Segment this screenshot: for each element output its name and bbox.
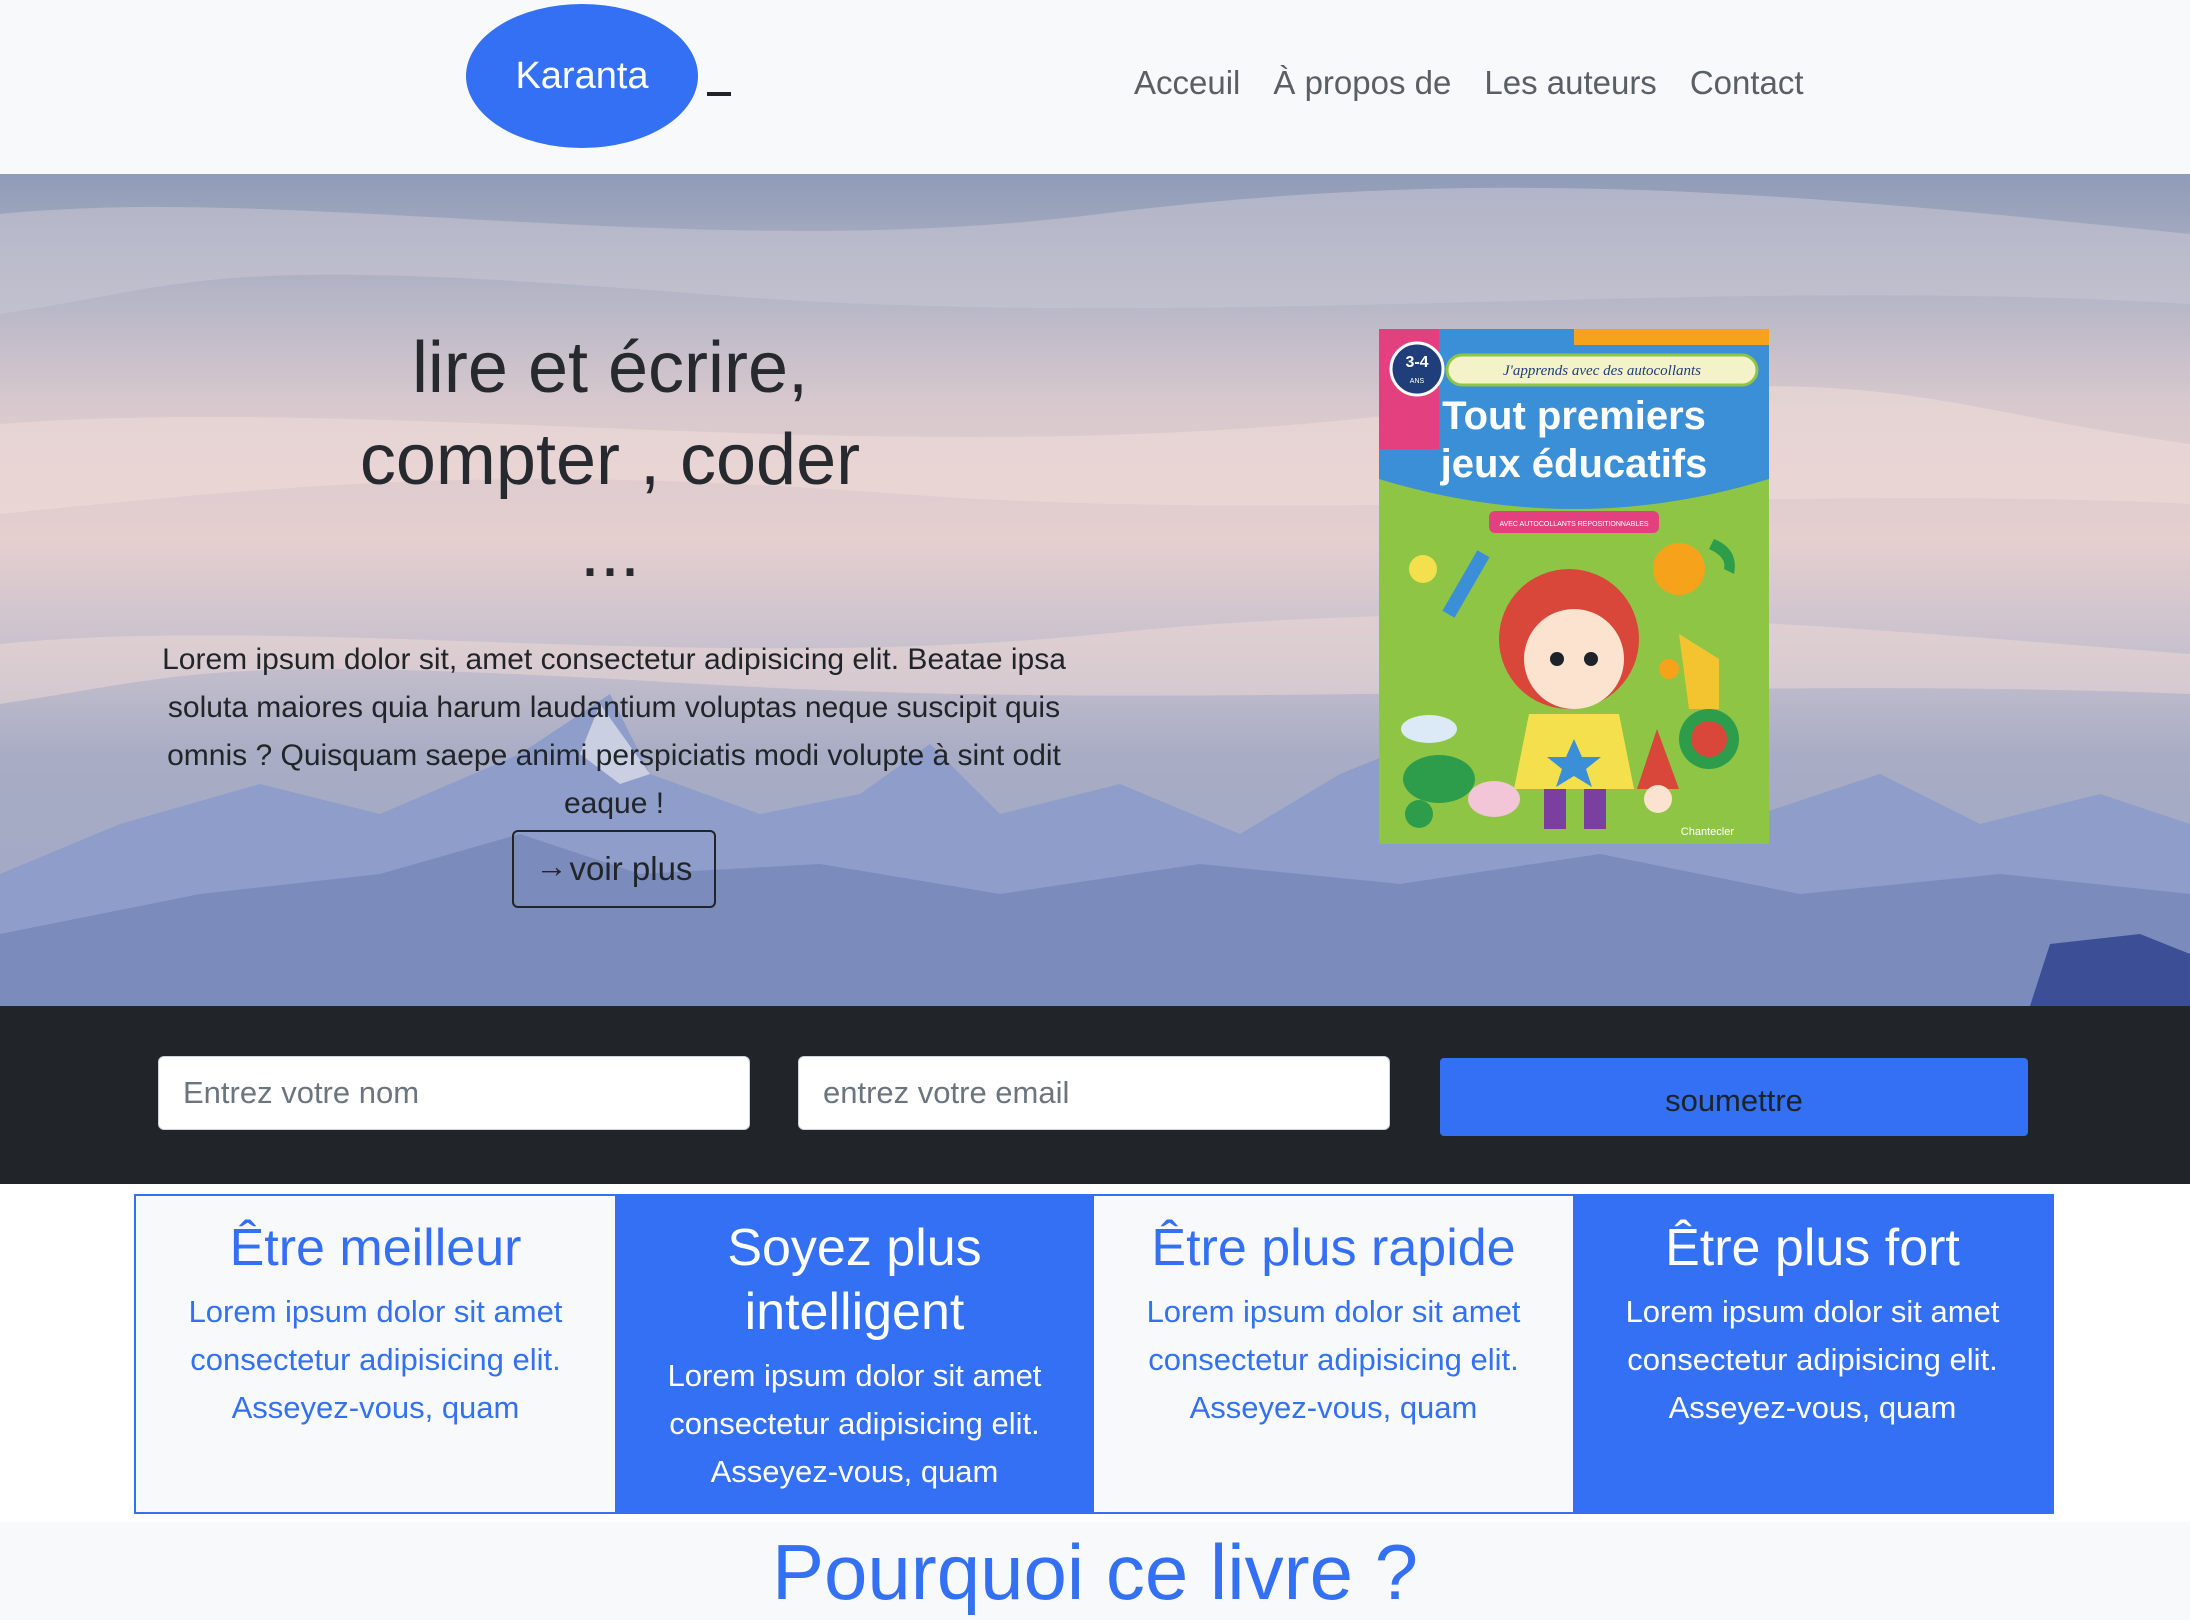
nav-link-contact[interactable]: Contact — [1690, 64, 1804, 102]
email-input[interactable] — [798, 1056, 1390, 1130]
hero-section: lire et écrire, compter , coder ... Lore… — [0, 174, 2190, 1006]
hero-title-line-3: ... — [579, 512, 640, 592]
feature-card-rapide: Être plus rapide Lorem ipsum dolor sit a… — [1094, 1196, 1573, 1512]
feature-card-meilleur: Être meilleur Lorem ipsum dolor sit amet… — [136, 1196, 615, 1512]
arrow-right-icon: → — [535, 848, 568, 884]
submit-button[interactable]: soumettre — [1440, 1058, 2028, 1136]
nav-link-a-propos[interactable]: À propos de — [1273, 64, 1451, 102]
book-cover-image: 3-4 ANS J'apprends avec des autocollants… — [1379, 329, 1769, 844]
book-title-line-1: Tout premiers — [1442, 394, 1706, 438]
feature-title: Être plus rapide — [1151, 1219, 1516, 1277]
features-section: Être meilleur Lorem ipsum dolor sit amet… — [0, 1184, 2190, 1522]
book-tagline: J'apprends avec des autocollants — [1503, 363, 1701, 379]
main-nav: Acceuil À propos de Les auteurs Contact — [1134, 64, 1804, 102]
feature-text: Lorem ipsum dolor sit amet consectetur a… — [667, 1358, 1042, 1489]
hero-title-line-1: lire et écrire, — [411, 328, 809, 408]
feature-text: Lorem ipsum dolor sit amet consectetur a… — [1625, 1294, 2000, 1425]
feature-card-fort: Être plus fort Lorem ipsum dolor sit ame… — [1573, 1196, 2052, 1512]
feature-title: Être meilleur — [229, 1219, 522, 1277]
feature-text: Lorem ipsum dolor sit amet consectetur a… — [188, 1294, 563, 1425]
feature-title: Être plus fort — [1665, 1219, 1960, 1277]
book-age: 3-4 — [1405, 354, 1428, 371]
navbar: Karanta Acceuil À propos de Les auteurs … — [0, 0, 2190, 174]
nav-link-auteurs[interactable]: Les auteurs — [1484, 64, 1656, 102]
menu-bar-icon[interactable] — [707, 92, 731, 96]
book-cover-illustration: 3-4 ANS J'apprends avec des autocollants… — [1379, 329, 1769, 844]
book-subtitle: AVEC AUTOCOLLANTS REPOSITIONNABLES — [1499, 521, 1648, 528]
feature-title: Soyez plus intelligent — [727, 1219, 982, 1341]
feature-text: Lorem ipsum dolor sit amet consectetur a… — [1146, 1294, 1521, 1425]
book-publisher: Chantecler — [1681, 826, 1735, 838]
hero-title: lire et écrire, compter , coder ... — [240, 322, 980, 598]
brand-logo[interactable]: Karanta — [466, 4, 698, 148]
nav-link-accueil[interactable]: Acceuil — [1134, 64, 1240, 102]
hero-description: Lorem ipsum dolor sit, amet consectetur … — [162, 643, 1066, 820]
feature-card-intelligent: Soyez plus intelligent Lorem ipsum dolor… — [615, 1196, 1094, 1512]
why-section: Pourquoi ce livre ? — [0, 1524, 2190, 1616]
section-title: Pourquoi ce livre ? — [771, 1528, 1418, 1616]
voir-plus-label: voir plus — [569, 850, 693, 887]
name-input[interactable] — [158, 1056, 750, 1130]
subscribe-form: soumettre — [0, 1006, 2190, 1184]
hero-title-line-2: compter , coder — [359, 420, 861, 500]
brand-name: Karanta — [515, 54, 649, 97]
book-age-unit: ANS — [1410, 378, 1425, 385]
book-title-line-2: jeux éducatifs — [1440, 442, 1708, 486]
voir-plus-button[interactable]: → voir plus — [512, 830, 716, 908]
feature-cards: Être meilleur Lorem ipsum dolor sit amet… — [134, 1194, 2054, 1514]
